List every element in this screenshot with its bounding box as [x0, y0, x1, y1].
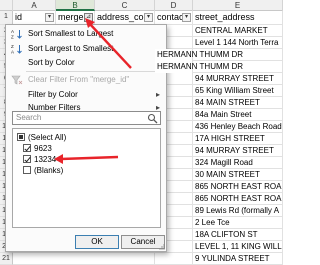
column-letter-e[interactable]: E: [193, 0, 283, 11]
cell-street-address[interactable]: 84a Main Street: [193, 109, 283, 121]
sort-descending-icon: Z A: [11, 44, 22, 55]
header-cell-merge-id[interactable]: merge ⊿: [56, 11, 95, 25]
column-letter-b[interactable]: B: [56, 0, 95, 11]
clear-filter-item[interactable]: Clear Filter From "merge_id": [6, 73, 166, 87]
sort-ascending-icon: A Z: [11, 29, 22, 40]
checkbox-13234[interactable]: [23, 155, 31, 163]
chevron-right-icon: ▸: [155, 90, 160, 99]
menu-item-label: Sort Smallest to Largest: [28, 29, 114, 38]
menu-item-label: Clear Filter From "merge_id": [28, 75, 130, 84]
checkbox-select-all[interactable]: [17, 133, 25, 141]
cell-street-address[interactable]: 865 NORTH EAST ROAD: [193, 193, 283, 205]
filter-dropdown-button[interactable]: ▾: [144, 13, 153, 22]
header-cell-id[interactable]: id ▾: [13, 11, 56, 25]
svg-text:A: A: [11, 50, 14, 55]
cell-street-address[interactable]: Level 1 144 North Terra: [193, 37, 283, 49]
sort-ascending-item[interactable]: A Z Sort Smallest to Largest: [6, 27, 166, 41]
column-letter-c[interactable]: C: [95, 0, 155, 11]
search-icon: [147, 113, 158, 124]
column-header-bar: A B C D E: [0, 0, 283, 11]
header-label: id: [15, 12, 23, 22]
checkbox-9623[interactable]: [23, 144, 31, 152]
cell-street-address[interactable]: CENTRAL MARKET: [193, 25, 283, 37]
menu-item-label: Filter by Color: [28, 90, 78, 99]
cell-street-address[interactable]: 94 MURRAY STREET: [193, 73, 283, 85]
cell-street-address[interactable]: 865 NORTH EAST ROAD: [193, 181, 283, 193]
sort-descending-item[interactable]: Z A Sort Largest to Smallest: [6, 42, 166, 56]
search-placeholder: Search: [16, 113, 42, 122]
clear-filter-icon: [11, 75, 23, 85]
cell-street-address[interactable]: 89 Lewis Rd (formally A: [193, 205, 283, 217]
autofilter-dropdown-panel: A Z Sort Smallest to Largest Z A Sort La…: [5, 24, 167, 252]
resize-grip-icon[interactable]: [159, 244, 165, 250]
checkbox-blanks[interactable]: [23, 166, 31, 174]
cell-street-address[interactable]: 18A CLIFTON ST: [193, 229, 283, 241]
svg-text:A: A: [11, 29, 14, 34]
header-label: street_address: [195, 12, 255, 22]
sort-by-color-item[interactable]: Sort by Color ▸: [6, 56, 166, 70]
header-cell-street-address[interactable]: street_address: [193, 11, 283, 25]
list-item-label: (Blanks): [34, 166, 64, 175]
cell-street-address[interactable]: 65 King William Street: [193, 85, 283, 97]
list-item-label: 13234: [34, 155, 57, 164]
cell-contact[interactable]: HERMANN THUMM DR: [155, 49, 243, 61]
filter-by-color-item[interactable]: Filter by Color ▸: [6, 88, 166, 102]
cell-street-address[interactable]: 17A HIGH STREET: [193, 133, 283, 145]
list-item-9623[interactable]: 9623: [23, 143, 52, 154]
header-label: address_com: [97, 12, 152, 22]
column-letter-d[interactable]: D: [155, 0, 193, 11]
list-item-blanks[interactable]: (Blanks): [23, 165, 63, 176]
header-cell-address[interactable]: address_com ▾: [95, 11, 155, 25]
table-header-row: id ▾ merge ⊿ address_com ▾ contact ▾ str…: [13, 11, 283, 25]
list-item-label: 9623: [34, 144, 52, 153]
row-number[interactable]: 21: [0, 253, 13, 265]
table-row: 9 YULINDA STREET: [13, 253, 283, 265]
cell-street-address[interactable]: 30 MAIN STREET: [193, 169, 283, 181]
ok-button[interactable]: OK: [75, 235, 119, 249]
filter-dropdown-button[interactable]: ▾: [45, 13, 54, 22]
cell-address-company[interactable]: [95, 253, 155, 265]
cell-street-address[interactable]: 94 MURRAY STREET: [193, 145, 283, 157]
filter-values-list: (Select All) 9623 13234 (Blanks): [12, 128, 161, 228]
cell-street-address[interactable]: 84 MAIN STREET: [193, 97, 283, 109]
cell-street-address[interactable]: 436 Henley Beach Road: [193, 121, 283, 133]
menu-separator: [26, 71, 162, 72]
column-letter-a[interactable]: A: [13, 0, 56, 11]
svg-text:Z: Z: [11, 44, 14, 49]
cell-street-address[interactable]: 324 Magill Road: [193, 157, 283, 169]
menu-item-label: Sort Largest to Smallest: [28, 44, 114, 53]
cell-street-address[interactable]: LEVEL 1, 11 KING WILLIA: [193, 241, 283, 253]
svg-text:Z: Z: [11, 35, 14, 40]
cell-contact[interactable]: HERMANN THUMM DR: [155, 61, 243, 73]
list-item-13234[interactable]: 13234: [23, 154, 56, 165]
header-label: merge: [58, 12, 84, 22]
cell-street-address[interactable]: 2 Lee Tce: [193, 217, 283, 229]
menu-item-label: Sort by Color: [28, 58, 75, 67]
cell-street-address[interactable]: 9 YULINDA STREET: [193, 253, 283, 265]
list-item-label: (Select All): [28, 133, 67, 142]
row-number[interactable]: 1: [0, 11, 13, 25]
cell-contact[interactable]: [155, 253, 193, 265]
filter-dropdown-button[interactable]: ▾: [182, 13, 191, 22]
active-filter-button[interactable]: ⊿: [84, 13, 93, 22]
spreadsheet: A B C D E 123456789101112131415161718192…: [0, 0, 283, 265]
list-item-select-all[interactable]: (Select All): [17, 132, 66, 143]
filter-search-input[interactable]: Search: [12, 111, 161, 125]
select-all-corner[interactable]: [0, 0, 13, 11]
header-cell-contact[interactable]: contact ▾: [155, 11, 193, 25]
